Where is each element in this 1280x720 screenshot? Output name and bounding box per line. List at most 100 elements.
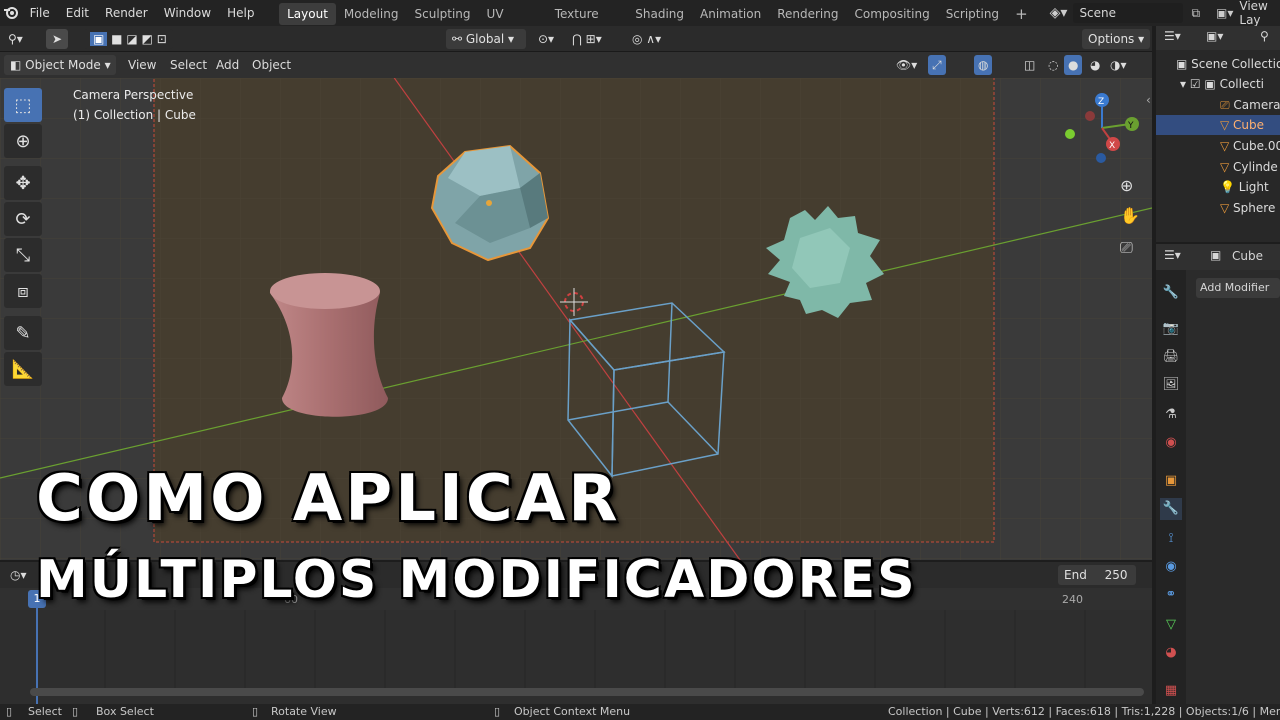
outliner-item-camera[interactable]: ⎚ Camera [1156,95,1280,115]
menu-edit[interactable]: Edit [58,0,97,26]
outliner-item-scene-collection[interactable]: ▣ Scene Collectio [1156,54,1280,74]
menu-object[interactable]: Object [248,55,295,75]
mode-intersect-icon[interactable]: ⊡ [157,32,167,46]
menu-select[interactable]: Select [166,55,211,75]
mode-extend-icon[interactable]: ■ [111,32,122,46]
display-mode-icon[interactable]: ☰▾ [1164,29,1181,43]
transform-orientation-dropdown[interactable]: ⚯ Global ▾ [446,29,526,49]
material-properties-icon[interactable]: ◕ [1160,642,1182,664]
editor-type-icon[interactable]: ⚲▾ [4,29,27,49]
options-dropdown[interactable]: Options ▾ [1082,29,1151,49]
modifier-properties-icon[interactable]: 🔧 [1160,498,1182,520]
view-layer-properties-icon[interactable]: 🖼 [1160,374,1182,396]
camera-view-icon[interactable]: ⎚ [1120,238,1133,258]
outliner-item-light[interactable]: 💡 Light [1156,177,1280,197]
end-frame-field[interactable]: End 250 [1058,565,1136,585]
pivot-point-icon[interactable]: ⊙▾ [534,29,558,49]
selection-mode-icons[interactable]: ▣ ■ ◪ ◩ ⊡ [84,29,173,49]
timeline-scrollbar[interactable] [30,688,1144,696]
gizmo-toggle-icon[interactable]: ⤢ [928,55,946,75]
menu-help[interactable]: Help [219,0,262,26]
object-properties-icon[interactable]: ▣ [1160,470,1182,492]
scene-selector[interactable]: ◈▾ Scene ⧉ [1050,3,1200,23]
tab-sculpting[interactable]: Sculpting [407,3,479,25]
measure-tool-icon[interactable]: 📐 [4,352,42,386]
cursor-tool-icon[interactable]: ⊕ [4,124,42,158]
solid-shading-icon[interactable]: ● [1064,55,1083,75]
checkbox-icon[interactable]: ☑ [1190,77,1205,91]
svg-text:⌯: ⌯ [718,78,729,80]
blender-logo-icon[interactable] [0,0,22,26]
mode-difference-icon[interactable]: ◩ [142,32,153,46]
end-frame-label: End [1064,568,1087,582]
rotate-tool-icon[interactable]: ⟳ [4,202,42,236]
particles-properties-icon[interactable]: ⟟ [1160,528,1182,550]
view-layer-selector[interactable]: ▣▾ View Lay [1216,0,1280,27]
overlays-icon[interactable]: ◍ [974,55,993,75]
menu-window[interactable]: Window [156,0,219,26]
camera-icon: ⎚ [1220,98,1234,112]
visibility-icon[interactable]: 👁▾ [892,55,921,75]
new-scene-icon[interactable]: ⧉ [1191,6,1200,21]
xray-icon[interactable]: ◫ [1020,55,1039,75]
proportional-editing-icon[interactable]: ◎ ∧▾ [628,29,665,49]
output-properties-icon[interactable]: 🖨 [1160,346,1182,368]
properties-editor-icon[interactable]: ☰▾ [1164,248,1181,262]
status-bar: ▯ Select ▯ Box Select ▯ Rotate View ▯ Ob… [0,704,1280,720]
render-properties-icon[interactable]: 📷 [1160,318,1182,340]
camera-perspective-label: Camera Perspective [73,88,194,102]
mode-new-icon[interactable]: ▣ [90,32,108,46]
add-workspace-button[interactable]: + [1007,3,1036,25]
mode-subtract-icon[interactable]: ◪ [126,32,137,46]
pan-hand-icon[interactable]: ✋ [1120,206,1140,225]
outliner-item-label: Scene Collectio [1191,57,1280,71]
scale-tool-icon[interactable]: ⤡ [4,238,42,272]
tab-rendering[interactable]: Rendering [769,3,846,25]
menu-view[interactable]: View [124,55,160,75]
tab-modeling[interactable]: Modeling [336,3,407,25]
scene-name-field[interactable]: Scene [1073,3,1184,23]
scene-properties-icon[interactable]: ⚗ [1160,404,1182,426]
world-properties-icon[interactable]: ◉ [1160,432,1182,454]
material-shading-icon[interactable]: ◕ [1086,55,1104,75]
tab-compositing[interactable]: Compositing [846,3,937,25]
tool-properties-icon[interactable]: 🔧 [1160,282,1182,304]
annotate-tool-icon[interactable]: ✎ [4,316,42,350]
select-box-tool-icon[interactable]: ⬚ [4,88,42,122]
status-box-select: Box Select [96,705,154,718]
tab-texture-paint[interactable]: Texture Paint [547,3,628,43]
physics-properties-icon[interactable]: ◉ [1160,556,1182,578]
outliner-item-collection[interactable]: ▾ ☑ ▣ Collecti [1156,74,1280,94]
menu-add[interactable]: Add [212,55,243,75]
move-tool-icon[interactable]: ✥ [4,166,42,200]
object-data-properties-icon[interactable]: ▽ [1160,614,1182,636]
select-tool-icon[interactable]: ➤ [46,29,69,49]
object-mode-dropdown[interactable]: ◧ Object Mode ▾ [4,55,116,75]
zoom-icon[interactable]: ⊕ [1120,176,1133,195]
mesh-icon: ▽ [1220,118,1234,132]
wireframe-shading-icon[interactable]: ◌ [1044,55,1062,75]
tab-animation[interactable]: Animation [692,3,769,25]
menu-file[interactable]: File [22,0,58,26]
tab-uv-editing[interactable]: UV Editing [479,3,547,43]
outliner-item-cube[interactable]: ▽ Cube [1156,115,1280,135]
texture-properties-icon[interactable]: ▦ [1160,680,1182,702]
outliner-item-cylinder[interactable]: ▽ Cylinde [1156,157,1280,177]
expand-arrow-icon[interactable]: ▾ [1180,77,1190,91]
context-label: (1) Collection | Cube [73,108,196,122]
view-layer-name[interactable]: View Lay [1239,0,1280,27]
add-modifier-button[interactable]: Add Modifier [1196,278,1280,298]
snap-icon[interactable]: ⋂ ⊞▾ [568,29,606,49]
tab-shading[interactable]: Shading [627,3,692,25]
menu-render[interactable]: Render [97,0,156,26]
transform-tool-icon[interactable]: ⧈ [4,274,42,308]
filter-icon[interactable]: ▣▾ [1206,29,1223,43]
constraints-properties-icon[interactable]: ⚭ [1160,584,1182,606]
outliner-item-sphere[interactable]: ▽ Sphere [1156,198,1280,218]
tab-scripting[interactable]: Scripting [938,3,1007,25]
timeline-editor-icon[interactable]: ◷▾ [6,565,31,585]
tab-layout[interactable]: Layout [279,3,336,25]
search-icon[interactable]: ⚲ [1260,29,1269,43]
outliner-item-cube-001[interactable]: ▽ Cube.00 [1156,136,1280,156]
rendered-shading-icon[interactable]: ◑▾ [1106,55,1131,75]
